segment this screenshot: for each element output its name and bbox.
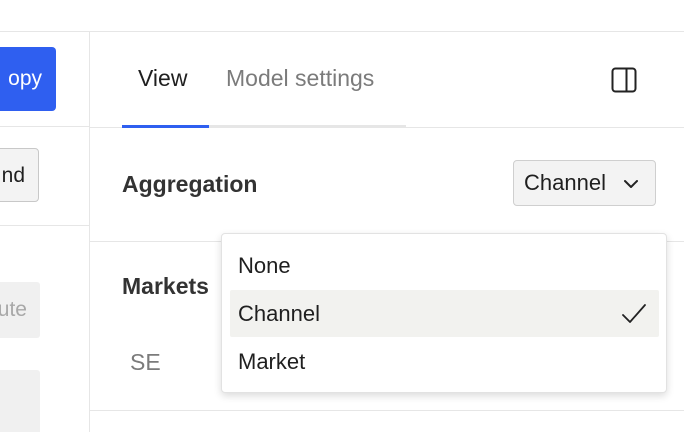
divider	[90, 410, 684, 411]
aggregation-select[interactable]: Channel	[513, 160, 656, 206]
aggregation-row: Aggregation Channel	[90, 128, 684, 242]
tab-underline	[209, 125, 406, 127]
disabled-button: ute	[0, 282, 40, 338]
tab-bar: View Model settings	[90, 32, 684, 128]
left-column: opy nd ute	[0, 32, 89, 432]
aggregation-selected-value: Channel	[524, 170, 606, 195]
sidebar-panel-icon[interactable]	[610, 66, 638, 94]
chevron-down-icon	[624, 180, 638, 188]
divider	[0, 225, 89, 226]
dropdown-option-market[interactable]: Market	[230, 338, 659, 385]
option-label: None	[238, 253, 291, 278]
secondary-button[interactable]: nd	[0, 148, 39, 202]
tab-view[interactable]: View	[138, 62, 187, 94]
copy-button[interactable]: opy	[0, 47, 56, 111]
market-item: SE	[130, 349, 161, 375]
top-bar	[0, 0, 684, 32]
left-block	[0, 370, 40, 432]
page: opy nd ute View Model settings Aggregati…	[0, 0, 684, 432]
dropdown-option-none[interactable]: None	[230, 242, 659, 289]
checkmark-icon	[622, 304, 646, 323]
markets-label: Markets	[122, 273, 209, 299]
option-label: Channel	[238, 301, 320, 326]
aggregation-label: Aggregation	[122, 171, 258, 197]
aggregation-dropdown-menu: None Channel Market	[221, 233, 667, 393]
option-label: Market	[238, 349, 306, 374]
dropdown-option-channel[interactable]: Channel	[230, 290, 659, 337]
divider	[0, 126, 89, 127]
tab-model-settings[interactable]: Model settings	[226, 62, 374, 94]
